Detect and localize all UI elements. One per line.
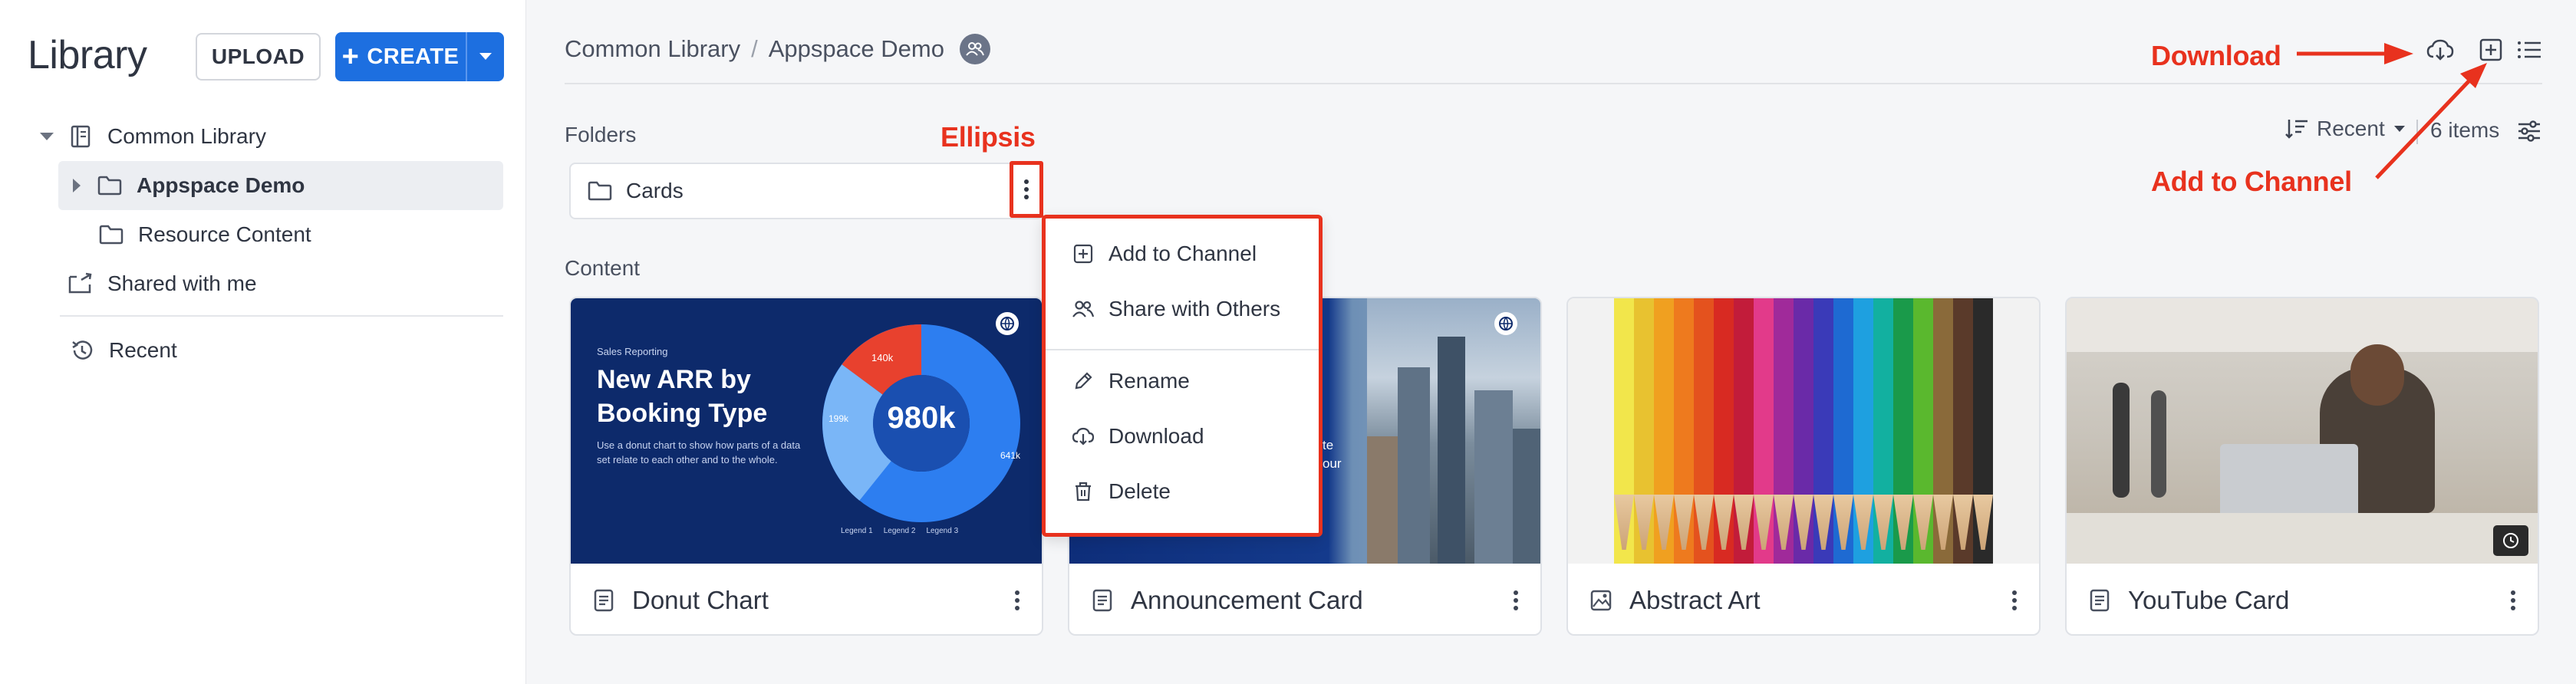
download-arrow [2297, 43, 2413, 64]
annotation-arrows [2297, 43, 2487, 179]
add-to-channel-arrow [2375, 63, 2487, 179]
